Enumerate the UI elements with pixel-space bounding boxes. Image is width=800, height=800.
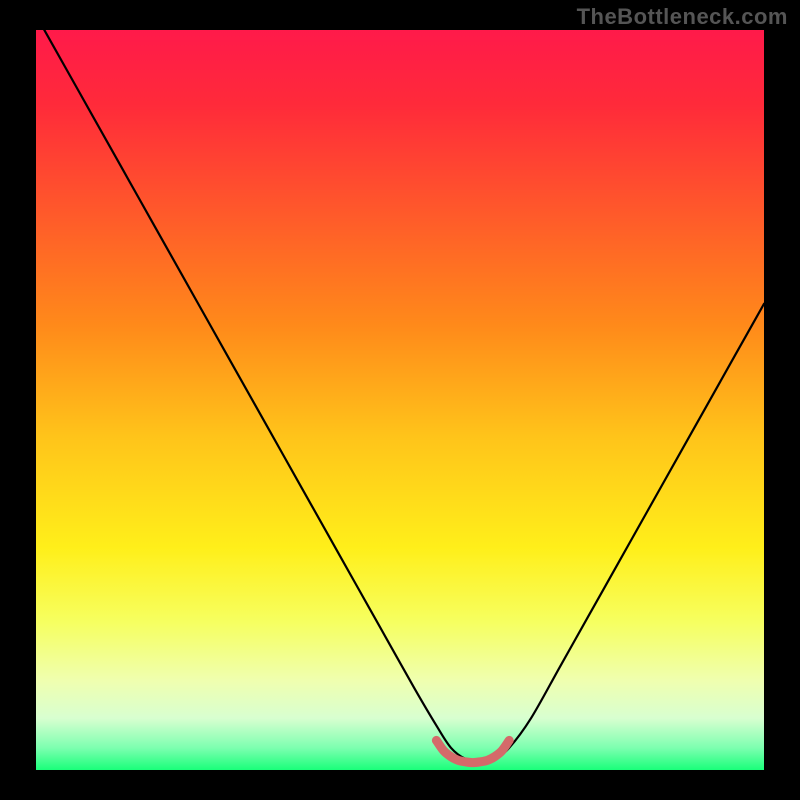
watermark-text: TheBottleneck.com (577, 4, 788, 30)
gradient-backdrop (36, 30, 764, 770)
plot-area (36, 30, 764, 770)
chart-svg (36, 30, 764, 770)
chart-frame: TheBottleneck.com (0, 0, 800, 800)
